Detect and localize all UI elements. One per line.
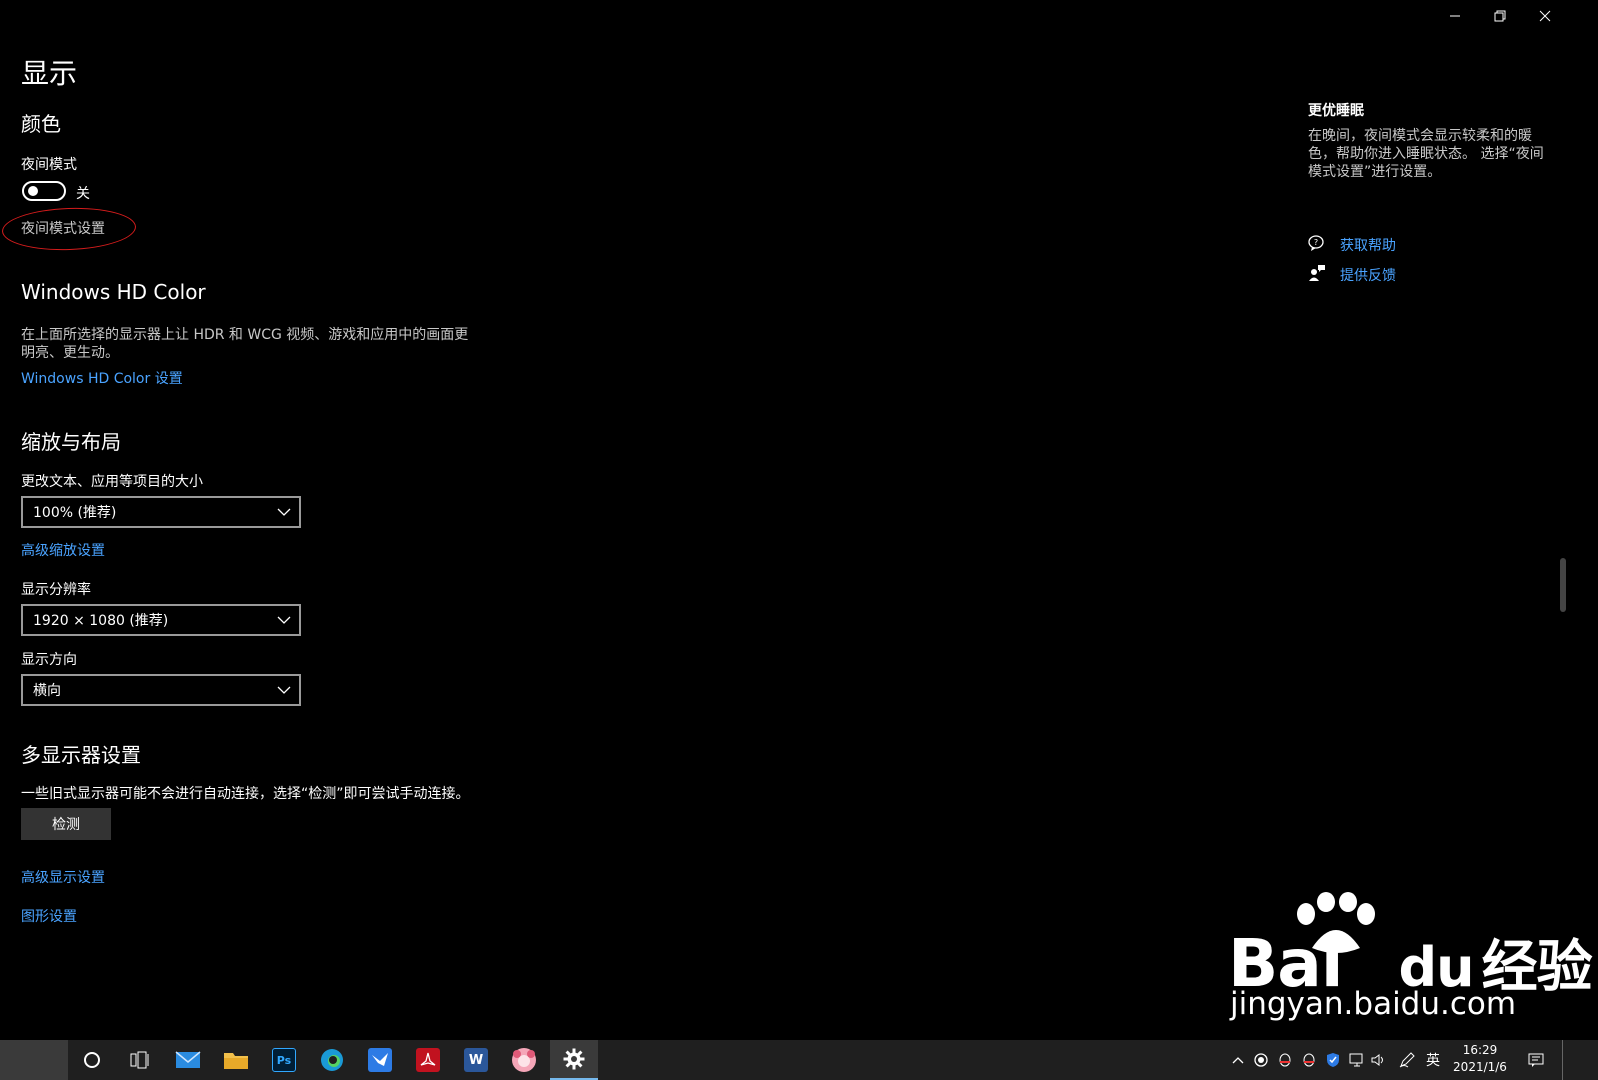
qq-penguin-icon (1279, 1053, 1291, 1067)
restore-button[interactable] (1477, 0, 1523, 32)
minimize-button[interactable] (1432, 0, 1478, 32)
show-desktop-button[interactable] (1562, 1040, 1563, 1080)
night-mode-state: 关 (76, 186, 90, 202)
taskbar: Ps W 英 16:29 2021/1/6 (0, 1040, 1598, 1080)
edge-icon (321, 1049, 343, 1071)
acrobat-icon (416, 1048, 440, 1072)
night-mode-toggle[interactable] (22, 181, 66, 201)
clock-date: 2021/1/6 (1453, 1060, 1507, 1074)
record-icon (1254, 1053, 1268, 1067)
resolution-select[interactable]: 1920 × 1080 (推荐) (21, 604, 301, 636)
tray-notifications[interactable] (1522, 1040, 1550, 1080)
close-icon (1539, 10, 1551, 22)
network-icon (1349, 1053, 1363, 1067)
orientation-select[interactable]: 横向 (21, 674, 301, 706)
avatar-app-icon (512, 1048, 536, 1072)
chevron-down-icon (277, 686, 291, 694)
feedback-icon (1308, 264, 1326, 282)
speaker-icon (1371, 1054, 1383, 1066)
taskbar-settings[interactable] (550, 1040, 598, 1080)
tray-overflow-button[interactable] (1228, 1040, 1248, 1080)
shield-icon (1327, 1053, 1339, 1067)
tray-clock[interactable]: 16:29 2021/1/6 (1450, 1042, 1510, 1078)
close-button[interactable] (1522, 0, 1568, 32)
mail-icon (175, 1051, 201, 1068)
orientation-label: 显示方向 (21, 652, 77, 668)
taskbar-mail[interactable] (164, 1040, 212, 1080)
taskbar-edge[interactable] (308, 1040, 356, 1080)
folder-icon (224, 1053, 248, 1069)
tray-qq-2[interactable] (1298, 1040, 1320, 1080)
advanced-display-link[interactable]: 高级显示设置 (21, 867, 105, 887)
tray-security[interactable] (1322, 1040, 1344, 1080)
cortana-icon (84, 1052, 100, 1068)
taskbar-file-explorer[interactable] (212, 1040, 260, 1080)
notification-icon (1528, 1053, 1544, 1067)
baidu-watermark-url: jingyan.baidu.com (1230, 986, 1517, 1022)
word-icon: W (464, 1048, 488, 1072)
chevron-up-icon (1232, 1057, 1244, 1064)
minimize-icon (1450, 15, 1460, 17)
hdr-heading: Windows HD Color (21, 280, 206, 304)
task-view-icon (130, 1051, 149, 1069)
gear-icon (563, 1048, 585, 1070)
text-size-label: 更改文本、应用等项目的大小 (21, 474, 203, 490)
resolution-label: 显示分辨率 (21, 582, 91, 598)
tray-ime[interactable]: 英 (1420, 1040, 1446, 1080)
night-mode-settings-link[interactable]: 夜间模式设置 (21, 218, 105, 238)
help-link[interactable]: 获取帮助 (1340, 235, 1396, 255)
multi-display-heading: 多显示器设置 (21, 743, 141, 767)
taskbar-acrobat[interactable] (404, 1040, 452, 1080)
hdr-settings-link[interactable]: Windows HD Color 设置 (21, 368, 183, 388)
text-size-select[interactable]: 100% (推荐) (21, 496, 301, 528)
hdr-description-line1: 在上面所选择的显示器上让 HDR 和 WCG 视频、游戏和应用中的画面更 (21, 327, 469, 343)
sidebar-heading: 更优睡眠 (1308, 103, 1364, 119)
pen-icon (1399, 1052, 1415, 1068)
resolution-value: 1920 × 1080 (推荐) (33, 613, 169, 629)
taskbar-avatar-app[interactable] (500, 1040, 548, 1080)
night-mode-label: 夜间模式 (21, 157, 77, 173)
cortana-button[interactable] (68, 1040, 116, 1080)
advanced-scaling-link[interactable]: 高级缩放设置 (21, 540, 105, 560)
sidebar-description-line1: 在晚间，夜间模式会显示较柔和的暖 (1308, 128, 1532, 144)
detect-button[interactable]: 检测 (21, 808, 111, 840)
clock-time: 16:29 (1462, 1043, 1498, 1057)
hdr-description-line2: 明亮、更生动。 (21, 345, 119, 361)
tray-qq-1[interactable] (1274, 1040, 1296, 1080)
tray-network[interactable] (1346, 1040, 1368, 1080)
graphics-settings-link[interactable]: 图形设置 (21, 906, 77, 926)
photoshop-icon: Ps (272, 1048, 296, 1072)
qq-penguin-icon (1303, 1053, 1315, 1067)
orientation-value: 横向 (33, 683, 61, 699)
chevron-down-icon (277, 508, 291, 516)
sidebar-description-line3: 模式设置”进行设置。 (1308, 164, 1442, 180)
tray-volume[interactable] (1368, 1040, 1390, 1080)
task-view-button[interactable] (116, 1040, 164, 1080)
tray-pen[interactable] (1396, 1040, 1418, 1080)
tray-record[interactable] (1250, 1040, 1272, 1080)
taskbar-feishu[interactable] (356, 1040, 404, 1080)
page-title: 显示 (21, 57, 78, 90)
feedback-link[interactable]: 提供反馈 (1340, 265, 1396, 285)
svg-text:?: ? (1314, 238, 1318, 247)
sidebar-description-line2: 色，帮助你进入睡眠状态。 选择“夜间 (1308, 146, 1544, 162)
start-button[interactable] (0, 1040, 68, 1080)
toggle-knob (28, 186, 38, 196)
chevron-down-icon (277, 616, 291, 624)
multi-display-description: 一些旧式显示器可能不会进行自动连接，选择“检测”即可尝试手动连接。 (21, 786, 470, 802)
help-icon: ? (1308, 234, 1326, 252)
restore-icon (1494, 10, 1506, 22)
scale-heading: 缩放与布局 (21, 430, 121, 454)
color-heading: 颜色 (21, 112, 61, 136)
text-size-value: 100% (推荐) (33, 505, 117, 521)
taskbar-photoshop[interactable]: Ps (260, 1040, 308, 1080)
bird-icon (368, 1048, 392, 1072)
scrollbar-thumb[interactable] (1560, 558, 1566, 612)
taskbar-word[interactable]: W (452, 1040, 500, 1080)
